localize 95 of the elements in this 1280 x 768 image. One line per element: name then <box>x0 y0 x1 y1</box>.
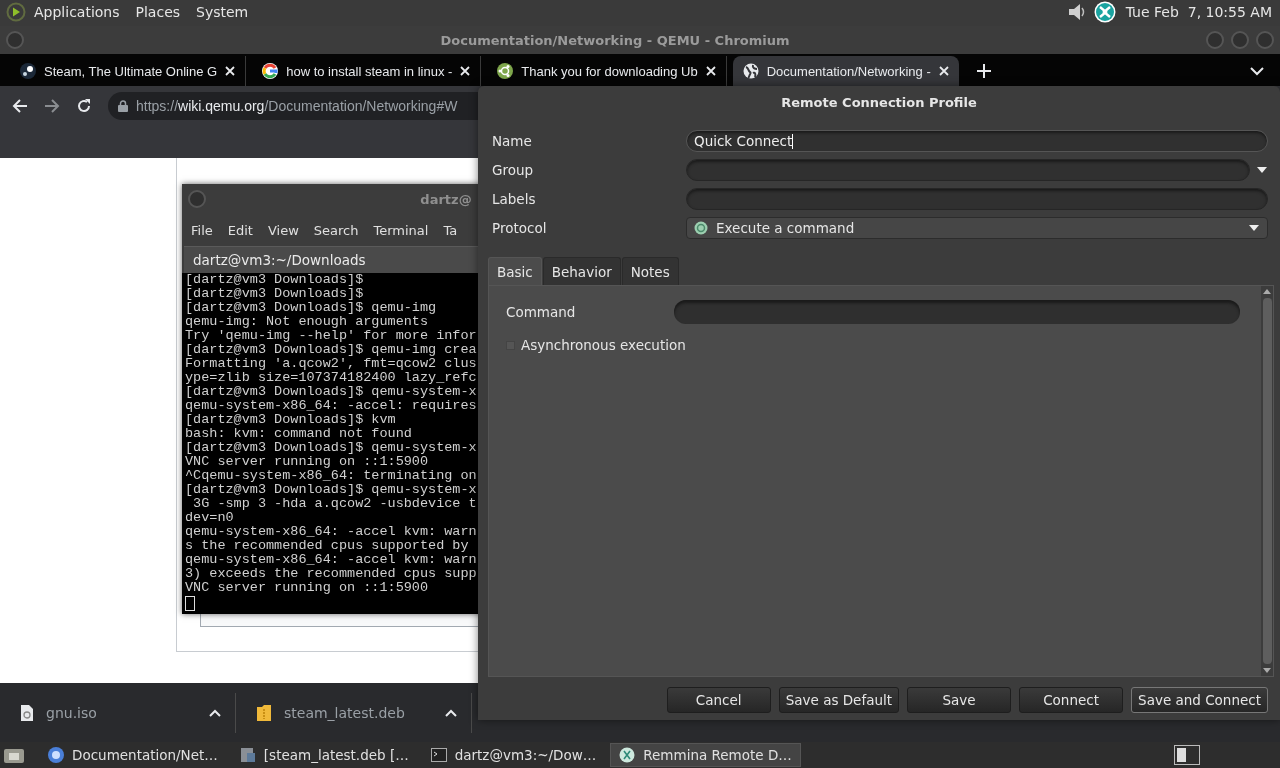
round-logo-icon <box>20 63 36 79</box>
command-field[interactable] <box>674 300 1240 324</box>
text-field[interactable]: Quick Connect <box>686 130 1268 152</box>
field-label: Group <box>492 162 535 178</box>
terminal-line: [dartz@vm3 Downloads]$ <box>185 273 364 287</box>
dialog-button[interactable]: Save and Connect <box>1131 687 1268 713</box>
combo-field[interactable] <box>686 159 1250 181</box>
globe-icon <box>742 63 759 79</box>
menu-item[interactable]: View <box>261 222 305 238</box>
file-icon <box>20 703 34 722</box>
browser-icon <box>48 747 64 763</box>
reload-icon[interactable] <box>76 98 92 114</box>
chevron-up-icon[interactable] <box>209 708 221 717</box>
multicolor-ring-icon <box>262 63 279 79</box>
terminal-line: [dartz@vm3 Downloads]$ kvm <box>185 413 396 427</box>
window-title: dartz@ <box>420 191 472 207</box>
terminal-line: qemu-system-x86_64: -accel kvm: warn <box>185 553 477 567</box>
terminal-line: VNC server running on ::1:5900 <box>185 455 429 469</box>
field-label: Protocol <box>492 220 548 236</box>
dialog-button[interactable]: Cancel <box>666 687 771 713</box>
terminal-line: [dartz@vm3 Downloads]$ qemu-img <box>185 301 437 315</box>
browser-tab[interactable]: Documentation/Networking - <box>732 56 959 86</box>
terminal-icon <box>430 748 447 762</box>
dialog-button[interactable]: Connect <box>1019 687 1124 713</box>
terminal-line: VNC server running on ::1:5900 <box>185 581 429 595</box>
scroll-down-arrow-icon[interactable] <box>1263 668 1271 673</box>
checkbox-label: Asynchronous execution <box>521 337 686 353</box>
field-label: Labels <box>492 191 537 207</box>
terminal-line: [dartz@vm3 Downloads]$ <box>185 287 364 301</box>
terminal-line: 3) exceeds the recommended cpus supp <box>185 567 477 581</box>
terminal-line: [dartz@vm3 Downloads]$ qemu-system-x <box>185 385 477 399</box>
menu-item[interactable]: Search <box>307 222 365 238</box>
menu-item[interactable]: Ta <box>437 222 464 238</box>
tab[interactable]: Basic <box>488 257 542 285</box>
dialog-button[interactable]: Save <box>907 687 1012 713</box>
field-label: Name <box>492 133 533 149</box>
menu-item[interactable]: Terminal <box>367 222 435 238</box>
terminal-line: ^Cqemu-system-x86_64: terminating on <box>185 469 477 483</box>
menu-item[interactable]: Applications <box>26 4 128 20</box>
text-cursor <box>185 596 195 611</box>
terminal-line: qemu-system-x86_64: -accel kvm: warn <box>185 525 477 539</box>
window-title: Documentation/Networking - QEMU - Chromium <box>439 32 791 48</box>
menu-item[interactable]: File <box>185 222 219 238</box>
taskbar-item[interactable]: Documentation/Net… <box>40 743 226 767</box>
workspace-switcher-icon[interactable] <box>1174 745 1200 765</box>
close-icon[interactable] <box>460 66 471 76</box>
menu-item[interactable]: Edit <box>221 222 259 238</box>
round-logo-icon <box>694 221 708 235</box>
download-item[interactable]: gnu.iso <box>0 692 236 733</box>
dropdown-arrow-icon[interactable] <box>1256 166 1268 174</box>
terminal-line: s the recommended cpus supported by <box>185 539 469 553</box>
terminal-line: [dartz@vm3 Downloads]$ qemu-system-x <box>185 483 477 497</box>
clock: Tue Feb 7, 10:55 AM <box>1125 4 1272 20</box>
close-icon[interactable] <box>225 66 236 76</box>
chevron-down-icon[interactable] <box>1250 67 1264 76</box>
text-field[interactable] <box>686 188 1268 210</box>
play-logo-icon[interactable] <box>6 2 26 22</box>
dialog-button[interactable]: Save as Default <box>778 687 900 713</box>
terminal-line: dev=n0 <box>185 511 234 525</box>
close-icon[interactable] <box>705 66 716 76</box>
menu-item[interactable]: System <box>188 4 257 20</box>
terminal-line: bash: kvm: command not found <box>185 427 412 441</box>
terminal-line: Formatting 'a.qcow2', fmt=qcow2 clus <box>185 357 477 371</box>
scroll-up-arrow-icon[interactable] <box>1263 289 1271 294</box>
back-arrow-icon[interactable] <box>12 98 28 114</box>
terminal-line: [dartz@vm3 Downloads]$ qemu-system-x <box>185 441 477 455</box>
dialog-title: Remote Connection Profile <box>780 93 978 112</box>
remote-desktop-tray-icon[interactable] <box>1093 1 1116 23</box>
file-manager-icon[interactable] <box>4 746 24 764</box>
menu-item[interactable]: Places <box>127 4 189 20</box>
taskbar-item[interactable]: dartz@vm3:~/Dow… <box>422 743 605 767</box>
download-item[interactable]: steam_latest.deb <box>236 692 472 733</box>
chevron-up-icon[interactable] <box>445 708 457 717</box>
field-label: Command <box>506 304 577 320</box>
dropdown-arrow-icon <box>1248 224 1260 232</box>
tab[interactable]: Behavior <box>542 257 621 285</box>
remote-desktop-icon <box>619 747 636 763</box>
taskbar-item[interactable]: Remmina Remote D… <box>610 743 801 767</box>
taskbar-item[interactable]: [steam_latest.deb [… <box>231 743 417 767</box>
terminal-line: Try 'qemu-img --help' for more infor <box>185 329 477 343</box>
lock-icon <box>118 100 128 112</box>
tab[interactable]: Notes <box>621 257 679 285</box>
terminal-line: qemu-system-x86_64: -accel: requires <box>185 399 477 413</box>
new-tab-plus-icon[interactable] <box>976 64 991 78</box>
terminal-line: 3G -smp 3 -hda a.qcow2 -usbdevice t <box>192 497 477 511</box>
scrollbar[interactable] <box>1261 286 1273 676</box>
package-icon <box>256 703 272 722</box>
forward-arrow-icon[interactable] <box>44 98 60 114</box>
round-logo-icon <box>497 63 514 79</box>
terminal-line: ype=zlib size=107374182400 lazy_refc <box>185 371 477 385</box>
installer-icon <box>239 747 256 763</box>
close-icon[interactable] <box>938 66 949 76</box>
terminal-line: qemu-img: Not enough arguments <box>185 315 429 329</box>
terminal-line: [dartz@vm3 Downloads]$ qemu-img crea <box>185 343 477 357</box>
protocol-select[interactable]: Execute a command <box>686 217 1268 239</box>
